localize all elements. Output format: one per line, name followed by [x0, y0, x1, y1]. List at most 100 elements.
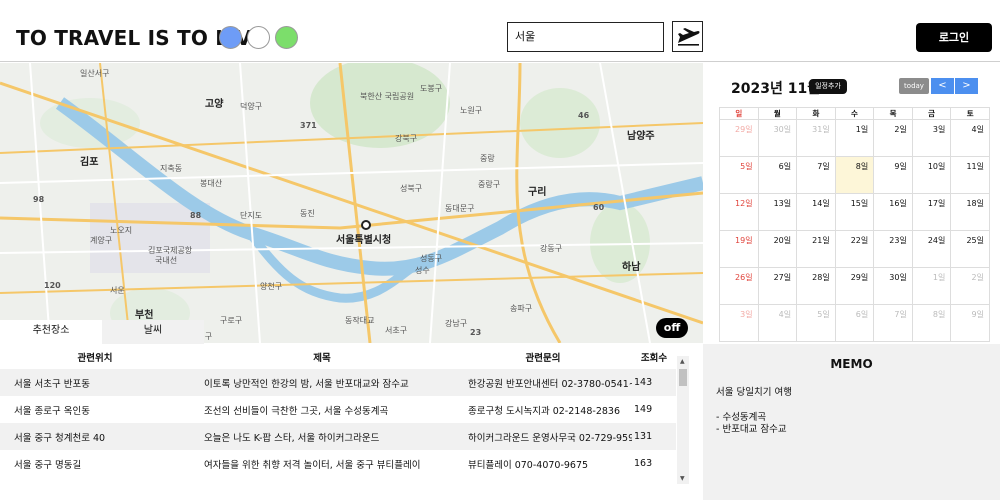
theme-dot-green[interactable]	[275, 26, 298, 49]
search-button[interactable]	[672, 21, 703, 52]
calendar-day[interactable]: 6일	[834, 304, 875, 342]
map-off-toggle[interactable]: off	[656, 318, 688, 338]
title-cell[interactable]: 오늘은 나도 K-팝 스타, 서울 하이커그라운드	[190, 423, 454, 450]
scroll-down-arrow-icon[interactable]: ▼	[680, 475, 685, 482]
map-label: 단지도	[240, 211, 263, 220]
weekday-header: 화	[796, 107, 836, 120]
calendar-day[interactable]: 22일	[834, 230, 875, 268]
calendar: 2023년 11월 일정추가 today < > 일 월 화 수 목 금 토 2…	[703, 63, 1000, 344]
column-header[interactable]: 관련위치	[0, 344, 190, 369]
calendar-day[interactable]: 26일	[719, 267, 759, 305]
map-label: 일산서구	[80, 69, 110, 78]
table-row[interactable]: 서울 중구 명동길 여자들을 위한 취향 저격 놀이터, 서울 중구 뷰티플레이…	[0, 450, 676, 477]
calendar-day[interactable]: 3일	[911, 119, 952, 157]
calendar-day[interactable]: 4일	[950, 119, 990, 157]
tab-recommended[interactable]: 추천장소	[0, 320, 102, 344]
calendar-day[interactable]: 2일	[873, 119, 913, 157]
map-label: 남양주	[627, 131, 655, 142]
calendar-day[interactable]: 5일	[719, 156, 759, 194]
contact-cell: 종로구청 도시녹지과 02-2148-2836	[468, 405, 620, 417]
calendar-day[interactable]: 13일	[757, 193, 798, 231]
calendar-day[interactable]: 7일	[873, 304, 913, 342]
calendar-day[interactable]: 24일	[911, 230, 952, 268]
calendar-day[interactable]: 29일	[719, 119, 759, 157]
add-schedule-button[interactable]: 일정추가	[809, 79, 847, 94]
prev-month-button[interactable]: <	[931, 78, 954, 94]
column-header[interactable]: 조회수	[632, 344, 676, 369]
theme-dot-blue[interactable]	[219, 26, 242, 49]
calendar-day[interactable]: 1일	[834, 119, 875, 157]
calendar-day[interactable]: 2일	[950, 267, 990, 305]
views-cell: 163	[634, 458, 653, 469]
calendar-day[interactable]: 14일	[796, 193, 836, 231]
calendar-day[interactable]: 8일	[911, 304, 952, 342]
column-header[interactable]: 제목	[190, 344, 454, 369]
map-label: 동작대교	[345, 316, 375, 325]
calendar-day[interactable]: 9일	[873, 156, 913, 194]
table-scrollbar[interactable]: ▲ ▼	[677, 356, 689, 484]
title-cell[interactable]: 여자들을 위한 취향 저격 놀이터, 서울 중구 뷰티플레이	[190, 450, 454, 477]
title-cell[interactable]: 조선의 선비들이 극찬한 그곳, 서울 수성동계곡	[190, 396, 454, 423]
calendar-day[interactable]: 29일	[834, 267, 875, 305]
table-row[interactable]: 서울 종로구 옥인동 조선의 선비들이 극찬한 그곳, 서울 수성동계곡 종로구…	[0, 396, 676, 423]
calendar-day[interactable]: 6일	[757, 156, 798, 194]
map-label: 고양	[205, 99, 224, 110]
login-button[interactable]: 로그인	[916, 23, 992, 52]
calendar-day[interactable]: 31일	[796, 119, 836, 157]
theme-dot-white[interactable]	[247, 26, 270, 49]
calendar-day[interactable]: 12일	[719, 193, 759, 231]
calendar-day[interactable]: 5일	[796, 304, 836, 342]
calendar-day[interactable]: 19일	[719, 230, 759, 268]
tab-weather[interactable]: 날씨	[102, 320, 204, 344]
road-number: 60	[593, 203, 605, 212]
airplane-icon	[678, 28, 700, 46]
today-button[interactable]: today	[899, 78, 929, 94]
calendar-day[interactable]: 20일	[757, 230, 798, 268]
map[interactable]: 일산서구 고양 김포 지축동 봉대산 단지도 노오지 계양구 김포국제공항 국내…	[0, 63, 703, 343]
calendar-day[interactable]: 11일	[950, 156, 990, 194]
weekday-header: 일	[719, 107, 759, 120]
table-row[interactable]: 서울 서초구 반포동 이토록 낭만적인 한강의 밤, 서울 반포대교와 잠수교 …	[0, 369, 676, 396]
calendar-day[interactable]: 23일	[873, 230, 913, 268]
map-label: 도봉구	[420, 84, 443, 93]
weekday-header: 수	[834, 107, 875, 120]
calendar-day[interactable]: 17일	[911, 193, 952, 231]
calendar-day[interactable]: 4일	[757, 304, 798, 342]
map-label: 덕양구	[240, 102, 263, 111]
map-label: 국내선	[155, 256, 178, 265]
weekday-header: 금	[911, 107, 952, 120]
map-label: 노원구	[460, 106, 483, 115]
calendar-day[interactable]: 10일	[911, 156, 952, 194]
contact-cell: 한강공원 반포안내센터 02-3780-0541~4	[454, 369, 632, 396]
column-header[interactable]: 관련문의	[454, 344, 632, 369]
scroll-thumb[interactable]	[679, 369, 687, 386]
calendar-day-today[interactable]: 8일	[834, 156, 875, 194]
calendar-day[interactable]: 18일	[950, 193, 990, 231]
calendar-day[interactable]: 1일	[911, 267, 952, 305]
road-number: 46	[578, 111, 590, 120]
map-label: 계양구	[90, 236, 113, 245]
calendar-day[interactable]: 3일	[719, 304, 759, 342]
memo-line: 서울 당일치기 여행	[716, 387, 792, 398]
calendar-day[interactable]: 7일	[796, 156, 836, 194]
map-label: 성북구	[400, 184, 423, 193]
calendar-day[interactable]: 9일	[950, 304, 990, 342]
search-input[interactable]: 서울	[507, 22, 664, 52]
calendar-day[interactable]: 28일	[796, 267, 836, 305]
scroll-up-arrow-icon[interactable]: ▲	[680, 358, 685, 365]
map-label: 북한산 국립공원	[360, 92, 415, 101]
contact-cell: 뷰티플레이 070-4070-9675	[468, 459, 589, 471]
memo-panel[interactable]: MEMO 서울 당일치기 여행 - 수성동계곡 - 반포대교 잠수교	[703, 344, 1000, 500]
calendar-day[interactable]: 21일	[796, 230, 836, 268]
weekday-header: 토	[950, 107, 990, 120]
calendar-day[interactable]: 25일	[950, 230, 990, 268]
road-number: 371	[300, 121, 317, 130]
calendar-day[interactable]: 30일	[873, 267, 913, 305]
calendar-day[interactable]: 27일	[757, 267, 798, 305]
calendar-day[interactable]: 15일	[834, 193, 875, 231]
next-month-button[interactable]: >	[955, 78, 978, 94]
title-cell[interactable]: 이토록 낭만적인 한강의 밤, 서울 반포대교와 잠수교	[190, 369, 454, 396]
calendar-day[interactable]: 30일	[757, 119, 798, 157]
table-row[interactable]: 서울 중구 청계천로 40 오늘은 나도 K-팝 스타, 서울 하이커그라운드 …	[0, 423, 676, 450]
calendar-day[interactable]: 16일	[873, 193, 913, 231]
